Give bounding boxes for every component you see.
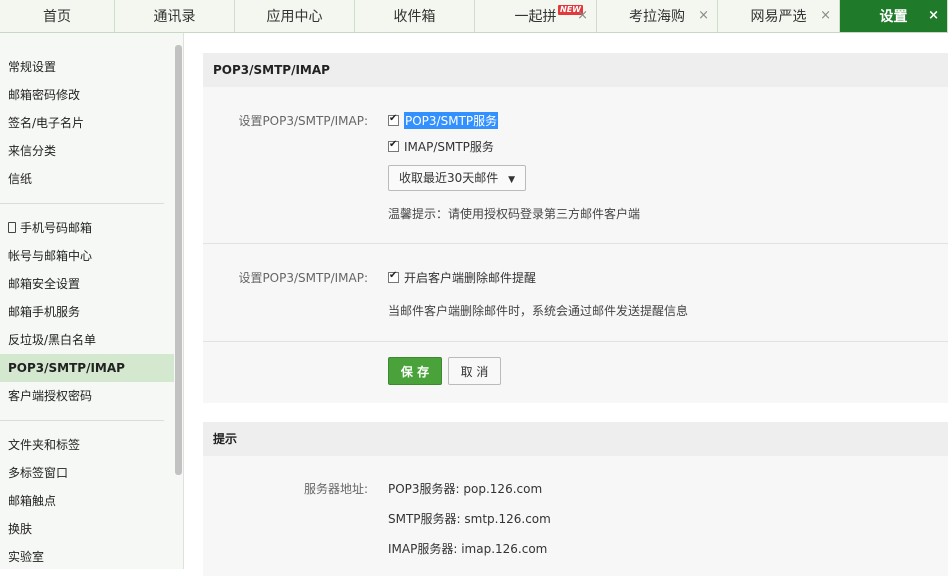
settings-main: POP3/SMTP/IMAP 设置POP3/SMTP/IMAP: POP3/SM… <box>203 53 948 576</box>
fetch-range-dropdown[interactable]: 收取最近30天邮件 ▼ <box>388 165 527 191</box>
sidebar-item-signature[interactable]: 签名/电子名片 <box>0 109 174 137</box>
sidebar-item-skin[interactable]: 换肤 <box>0 515 174 543</box>
sidebar-item-stationery[interactable]: 信纸 <box>0 165 174 193</box>
tab-3[interactable]: 收件箱 <box>355 0 475 32</box>
tab-label: 收件箱 <box>393 9 436 25</box>
tips-block: 服务器地址: POP3服务器: pop.126.com SMTP服务器: smt… <box>203 456 948 576</box>
phone-icon <box>8 222 16 233</box>
sidebar-item-touchpoints[interactable]: 邮箱触点 <box>0 487 174 515</box>
pop3-server: POP3服务器: pop.126.com <box>388 482 543 496</box>
tab-6[interactable]: 网易严选 × <box>718 0 840 32</box>
close-icon[interactable]: × <box>820 8 831 23</box>
row-label-delete-alert: 设置POP3/SMTP/IMAP: <box>238 271 368 285</box>
sidebar-item-phone-mailbox[interactable]: 手机号码邮箱 <box>0 214 174 242</box>
row-label-pop3-settings: 设置POP3/SMTP/IMAP: <box>238 114 368 128</box>
divider <box>203 243 948 244</box>
settings-sidebar: 常规设置 邮箱密码修改 签名/电子名片 来信分类 信纸 手机号码邮箱 帐号与邮箱… <box>0 33 184 569</box>
pop3-smtp-checkbox-row[interactable]: POP3/SMTP服务 <box>388 112 499 129</box>
delete-alert-checkbox[interactable] <box>388 270 399 283</box>
chevron-down-icon: ▼ <box>508 175 516 185</box>
top-tab-bar: 首页 通讯录 应用中心 收件箱 一起拼 NEW × 考拉海购 × 网易严选 × 设置 × <box>0 0 948 33</box>
delete-alert-description: 当邮件客户端删除邮件时，系统会通过邮件发送提醒信息 <box>388 304 689 318</box>
delete-alert-checkbox-row[interactable]: 开启客户端删除邮件提醒 <box>388 269 536 286</box>
sidebar-divider <box>0 420 164 421</box>
sidebar-divider <box>0 203 164 204</box>
pop3-smtp-checkbox[interactable] <box>388 113 399 126</box>
sidebar-item-client-auth-code[interactable]: 客户端授权密码 <box>0 382 174 410</box>
pop3-smtp-label: POP3/SMTP服务 <box>404 112 499 129</box>
tab-label: 考拉海购 <box>629 9 685 25</box>
sidebar-item-account-center[interactable]: 帐号与邮箱中心 <box>0 242 174 270</box>
sidebar-item-general[interactable]: 常规设置 <box>0 53 174 81</box>
warm-tip: 温馨提示：请使用授权码登录第三方邮件客户端 <box>388 207 641 221</box>
tab-2[interactable]: 应用中心 <box>235 0 355 32</box>
close-icon[interactable]: × <box>698 8 709 23</box>
tab-label: 一起拼 <box>514 9 557 25</box>
section-title-pop3: POP3/SMTP/IMAP <box>203 53 948 87</box>
tab-1[interactable]: 通讯录 <box>115 0 235 32</box>
fetch-range-value: 收取最近30天邮件 <box>399 171 499 185</box>
smtp-server: SMTP服务器: smtp.126.com <box>388 512 551 526</box>
tab-label: 网易严选 <box>750 9 807 25</box>
delete-alert-label: 开启客户端删除邮件提醒 <box>404 271 537 285</box>
tab-5[interactable]: 考拉海购 × <box>597 0 718 32</box>
imap-smtp-checkbox[interactable] <box>388 139 399 152</box>
save-button[interactable]: 保 存 <box>388 357 442 385</box>
sidebar-item-pop3-smtp-imap[interactable]: POP3/SMTP/IMAP <box>0 354 174 382</box>
sidebar-item-mobile-service[interactable]: 邮箱手机服务 <box>0 298 174 326</box>
cancel-button[interactable]: 取 消 <box>448 357 501 385</box>
sidebar-item-lab[interactable]: 实验室 <box>0 543 174 569</box>
pop3-settings-block: 设置POP3/SMTP/IMAP: POP3/SMTP服务 IMAP/SMTP服… <box>203 87 948 403</box>
tab-label: 首页 <box>43 9 71 25</box>
section-title-tips: 提示 <box>203 422 948 456</box>
sidebar-item-security[interactable]: 邮箱安全设置 <box>0 270 174 298</box>
sidebar-item-antispam[interactable]: 反垃圾/黑白名单 <box>0 326 174 354</box>
tab-label: 通讯录 <box>153 9 196 25</box>
tab-label: 应用中心 <box>266 9 323 25</box>
sidebar-item-password[interactable]: 邮箱密码修改 <box>0 81 174 109</box>
server-address-label: 服务器地址: <box>303 482 368 496</box>
divider <box>203 341 948 342</box>
section-gap <box>203 403 948 422</box>
imap-server: IMAP服务器: imap.126.com <box>388 542 548 556</box>
tab-label: 设置 <box>879 9 908 25</box>
sidebar-item-folders-labels[interactable]: 文件夹和标签 <box>0 431 174 459</box>
tab-4[interactable]: 一起拼 NEW × <box>475 0 597 32</box>
tab-7[interactable]: 设置 × <box>840 0 948 32</box>
imap-smtp-checkbox-row[interactable]: IMAP/SMTP服务 <box>388 138 494 155</box>
tab-0[interactable]: 首页 <box>0 0 115 32</box>
sidebar-item-mail-filter[interactable]: 来信分类 <box>0 137 174 165</box>
close-icon[interactable]: × <box>577 8 588 23</box>
sidebar-scrollbar[interactable] <box>175 45 182 475</box>
close-icon[interactable]: × <box>928 8 939 23</box>
sidebar-item-multi-tab[interactable]: 多标签窗口 <box>0 459 174 487</box>
imap-smtp-label: IMAP/SMTP服务 <box>404 140 494 154</box>
